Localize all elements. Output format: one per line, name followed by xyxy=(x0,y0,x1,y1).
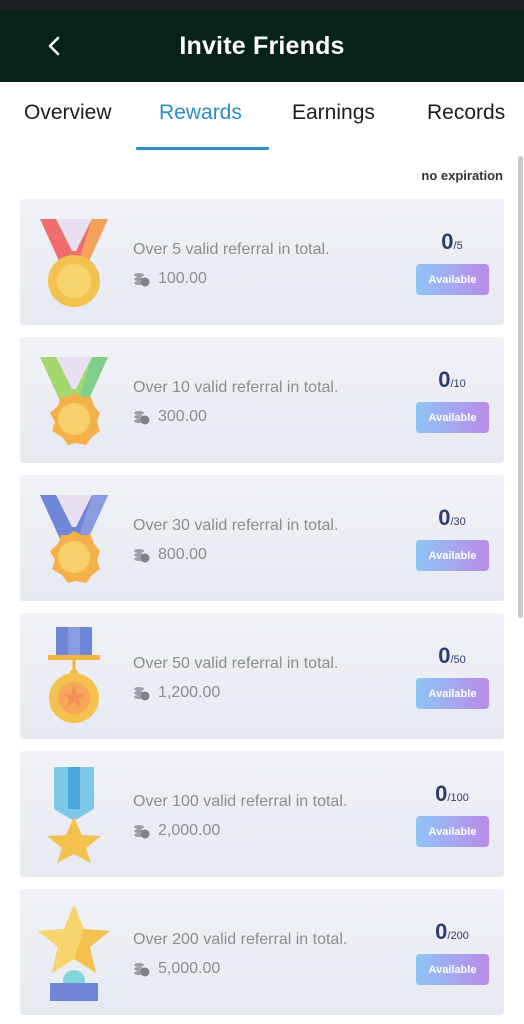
progress-target: /5 xyxy=(453,240,463,252)
reward-amount-value: 1,200.00 xyxy=(158,684,221,701)
available-button[interactable]: Available xyxy=(416,678,489,709)
trophy-star-icon xyxy=(34,901,114,1001)
reward-amount-value: 800.00 xyxy=(158,546,207,563)
status-bar xyxy=(0,0,524,10)
reward-amount: 800.00 xyxy=(133,546,207,564)
reward-amount: 1,200.00 xyxy=(133,684,220,702)
reward-card: Over 50 valid referral in total. 1,200.0… xyxy=(20,613,504,739)
progress-target: /200 xyxy=(447,930,469,942)
reward-amount: 5,000.00 xyxy=(133,960,220,978)
reward-card: Over 5 valid referral in total. 100.00 0… xyxy=(20,199,504,325)
progress-current: 0 xyxy=(441,229,454,254)
progress-current: 0 xyxy=(438,367,451,392)
referral-progress: 0/100 xyxy=(415,781,489,807)
reward-description: Over 100 valid referral in total. xyxy=(133,793,348,810)
coins-icon xyxy=(134,273,150,287)
reward-amount: 100.00 xyxy=(133,270,207,288)
bar-medal-icon xyxy=(34,625,114,725)
tab-rewards[interactable]: Rewards xyxy=(159,101,242,125)
coins-icon xyxy=(134,963,150,977)
blue-ribbon-medal-icon xyxy=(34,487,114,587)
reward-description: Over 10 valid referral in total. xyxy=(133,379,339,396)
progress-target: /10 xyxy=(450,378,466,390)
active-tab-indicator xyxy=(136,147,269,150)
tab-bar: Overview Rewards Earnings Records xyxy=(0,82,524,152)
coins-icon xyxy=(134,825,150,839)
referral-progress: 0/5 xyxy=(415,229,489,255)
referral-progress: 0/50 xyxy=(415,643,489,669)
reward-amount-value: 100.00 xyxy=(158,270,207,287)
reward-description: Over 200 valid referral in total. xyxy=(133,931,348,948)
coins-icon xyxy=(134,411,150,425)
referral-progress: 0/10 xyxy=(415,367,489,393)
back-arrow-icon xyxy=(48,36,60,56)
reward-card: Over 200 valid referral in total. 5,000.… xyxy=(20,889,504,1015)
reward-amount-value: 5,000.00 xyxy=(158,960,221,977)
referral-progress: 0/30 xyxy=(415,505,489,531)
progress-current: 0 xyxy=(438,505,451,530)
available-button[interactable]: Available xyxy=(416,402,489,433)
page-title: Invite Friends xyxy=(179,31,345,60)
star-ribbon-medal-icon xyxy=(34,763,114,863)
progress-target: /30 xyxy=(450,516,466,528)
available-button[interactable]: Available xyxy=(416,954,489,985)
reward-amount-value: 300.00 xyxy=(158,408,207,425)
progress-current: 0 xyxy=(435,919,448,944)
expiration-note: no expiration xyxy=(421,168,503,183)
available-button[interactable]: Available xyxy=(416,264,489,295)
available-button[interactable]: Available xyxy=(416,816,489,847)
scrollbar[interactable] xyxy=(518,156,523,618)
reward-card: Over 10 valid referral in total. 300.00 … xyxy=(20,337,504,463)
tab-overview[interactable]: Overview xyxy=(24,101,112,125)
reward-amount: 300.00 xyxy=(133,408,207,426)
reward-description: Over 30 valid referral in total. xyxy=(133,517,339,534)
coins-icon xyxy=(134,549,150,563)
progress-target: /100 xyxy=(447,792,469,804)
tab-records[interactable]: Records xyxy=(427,101,505,125)
progress-current: 0 xyxy=(438,643,451,668)
reward-description: Over 50 valid referral in total. xyxy=(133,655,339,672)
green-ribbon-medal-icon xyxy=(34,349,114,449)
app-header: Invite Friends xyxy=(0,10,524,82)
rewards-list[interactable]: no expiration Over 5 valid referral in t… xyxy=(0,152,524,1024)
progress-target: /50 xyxy=(450,654,466,666)
reward-amount-value: 2,000.00 xyxy=(158,822,221,839)
reward-card: Over 30 valid referral in total. 800.00 … xyxy=(20,475,504,601)
referral-progress: 0/200 xyxy=(415,919,489,945)
coins-icon xyxy=(134,687,150,701)
red-ribbon-medal-icon xyxy=(34,211,114,311)
reward-description: Over 5 valid referral in total. xyxy=(133,241,330,258)
tab-earnings[interactable]: Earnings xyxy=(292,101,375,125)
reward-card: Over 100 valid referral in total. 2,000.… xyxy=(20,751,504,877)
back-button[interactable] xyxy=(38,30,70,62)
reward-amount: 2,000.00 xyxy=(133,822,220,840)
available-button[interactable]: Available xyxy=(416,540,489,571)
progress-current: 0 xyxy=(435,781,448,806)
